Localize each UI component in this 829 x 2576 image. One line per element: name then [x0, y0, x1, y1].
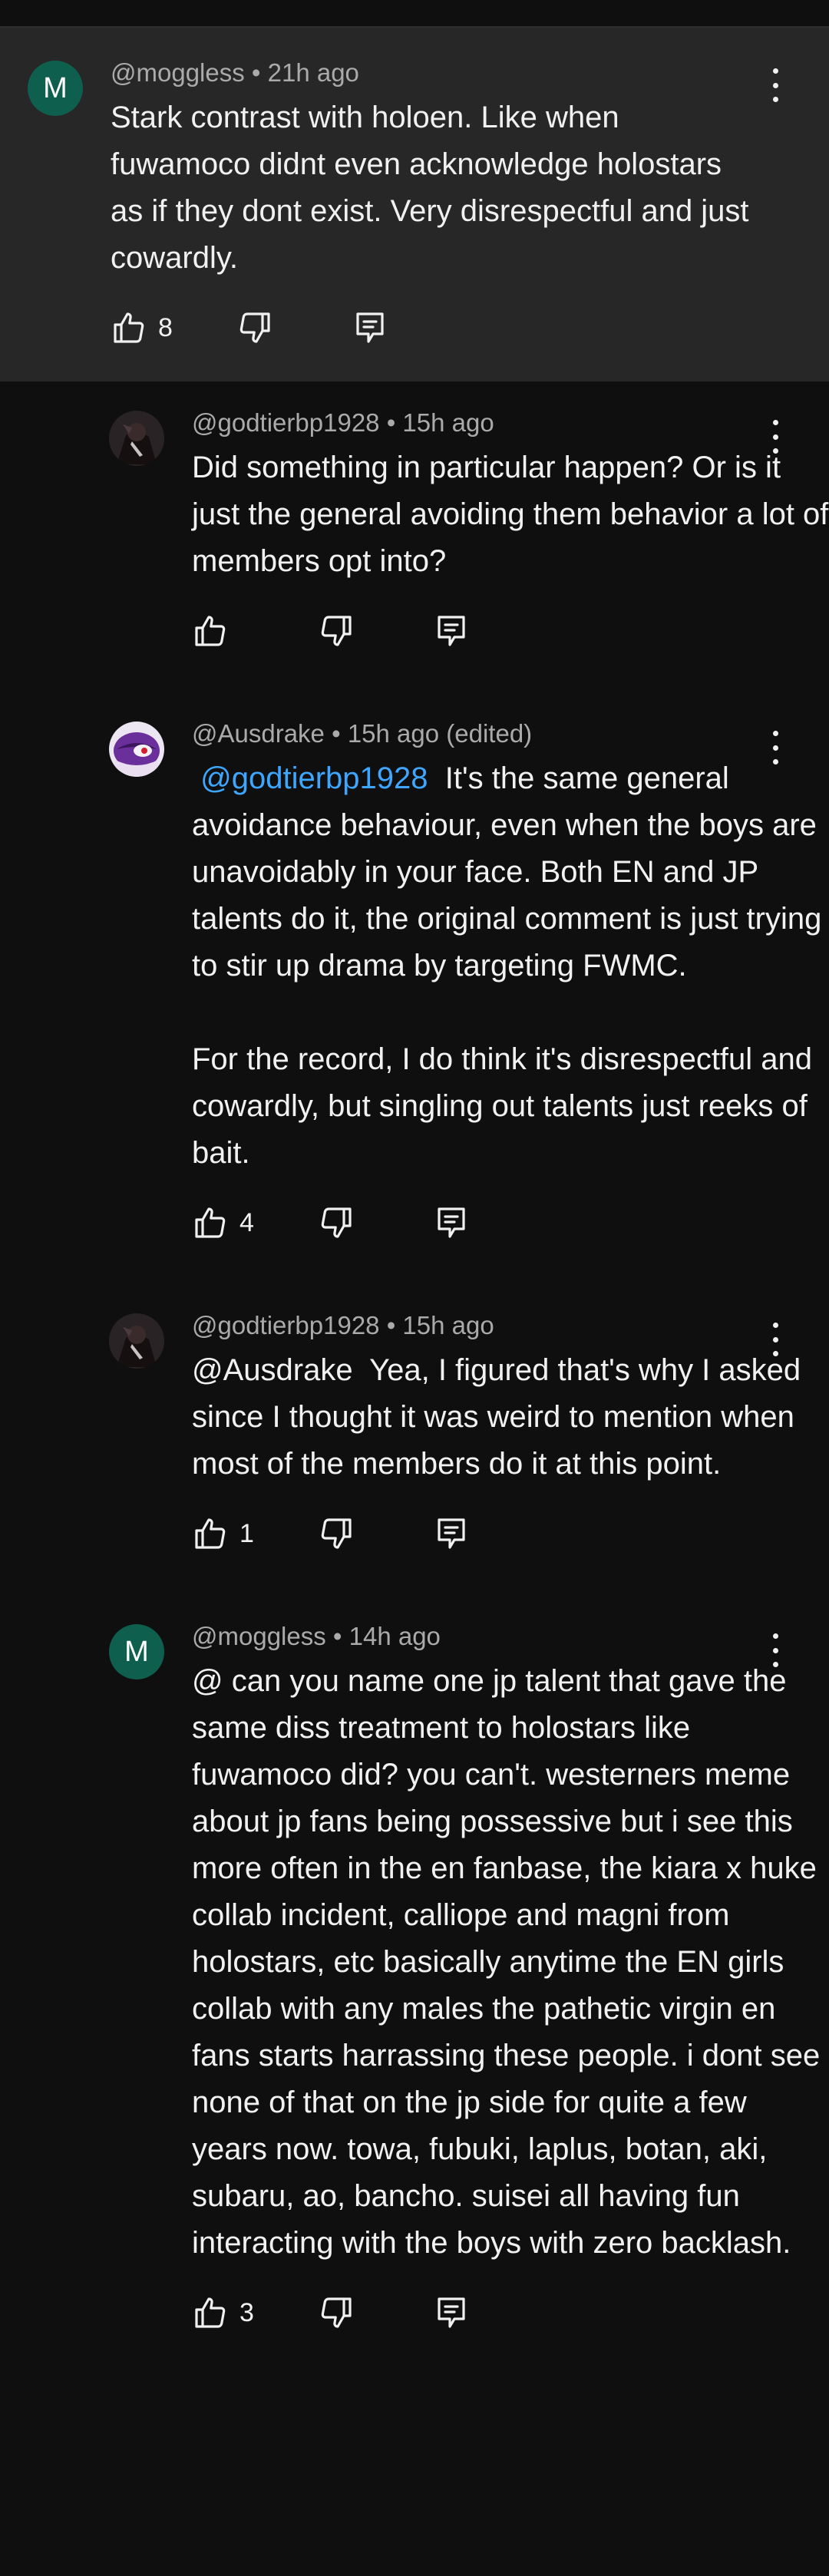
comment-time: 21h ago [267, 58, 359, 87]
like-count: 3 [239, 2297, 254, 2327]
comment-text: @Ausdrake Yea, I figured that's why I as… [192, 1353, 810, 1481]
thumbs-down-icon [239, 312, 270, 343]
reply-comment: M @moggless • 14h ago @ can you name one… [0, 1622, 829, 2336]
reply-button[interactable] [433, 613, 470, 649]
mention-link[interactable]: @godtierbp1928 [200, 761, 428, 795]
comment-thread-top: M @moggless • 21h ago Stark contrast wit… [0, 28, 829, 381]
like-button[interactable]: 8 [111, 309, 236, 346]
author-name[interactable]: @godtierbp1928 [192, 1311, 380, 1339]
comment-time: 14h ago [348, 1622, 441, 1650]
dislike-button[interactable] [318, 1515, 433, 1552]
avatar[interactable]: M [28, 61, 83, 116]
reply-comment-icon [438, 616, 465, 646]
more-options-icon[interactable] [768, 731, 783, 765]
comment-meta: @Ausdrake • 15h ago (edited) [192, 719, 533, 748]
like-button[interactable] [192, 613, 318, 649]
comment-meta: @moggless • 14h ago [192, 1622, 441, 1650]
thumbs-up-icon [195, 616, 226, 646]
author-name[interactable]: @moggless [192, 1622, 326, 1650]
purple-mask-avatar-icon [109, 722, 164, 777]
comment-body: @moggless • 14h ago @ can you name one j… [192, 1622, 829, 2336]
comment-body: @godtierbp1928 • 15h ago Did something i… [192, 408, 829, 654]
avatar[interactable] [109, 1313, 164, 1369]
dislike-button[interactable] [318, 1204, 433, 1241]
more-options-icon[interactable] [768, 68, 783, 102]
thumbs-down-icon [321, 1518, 352, 1549]
comment-actions: 3 [192, 2290, 829, 2336]
author-name[interactable]: @godtierbp1928 [192, 408, 380, 437]
edited-label: (edited) [446, 719, 533, 748]
comment-meta: @godtierbp1928 • 15h ago [192, 408, 494, 437]
more-options-icon[interactable] [768, 420, 783, 454]
like-count: 1 [239, 1518, 254, 1548]
like-button[interactable]: 3 [192, 2294, 318, 2331]
comment-text: @ can you name one jp talent that gave t… [192, 1664, 829, 2260]
reply-button[interactable] [433, 1515, 470, 1552]
avatar[interactable]: M [109, 1624, 164, 1679]
dislike-button[interactable] [236, 309, 352, 346]
reply-comment-icon [438, 1518, 465, 1549]
reply-comment: @Ausdrake • 15h ago (edited) @godtierbp1… [0, 719, 829, 1246]
comment-time: 15h ago [402, 408, 494, 437]
avatar[interactable] [109, 722, 164, 777]
thumbs-up-icon [195, 1518, 226, 1549]
comment-actions: 4 [192, 1200, 829, 1246]
thumbs-up-icon [195, 1207, 226, 1238]
comment-actions: 1 [192, 1511, 829, 1557]
reply-comment-icon [356, 312, 384, 343]
reply-comment-icon [438, 1207, 465, 1238]
comment-body: @moggless • 21h ago Stark contrast with … [111, 58, 758, 351]
comment-text: Stark contrast with holoen. Like when fu… [111, 101, 758, 275]
thumbs-down-icon [321, 2297, 352, 2328]
reply-comment-icon [438, 2297, 465, 2328]
comment-body: @godtierbp1928 • 15h ago @Ausdrake Yea, … [192, 1311, 829, 1557]
reply-comment: @godtierbp1928 • 15h ago @Ausdrake Yea, … [0, 1311, 829, 1557]
like-count: 8 [158, 312, 173, 342]
comment-actions: 8 [111, 305, 755, 351]
comment-meta: @moggless • 21h ago [111, 58, 359, 87]
thumbs-down-icon [321, 1207, 352, 1238]
comment-text: @godtierbp1928 It's the same general avo… [192, 755, 829, 1177]
dark-character-avatar-icon [109, 1313, 164, 1369]
like-button[interactable]: 4 [192, 1204, 318, 1241]
reply-button[interactable] [433, 2294, 470, 2331]
author-name[interactable]: @Ausdrake [192, 719, 325, 748]
top-divider [0, 0, 829, 28]
like-count: 4 [239, 1207, 254, 1237]
thumbs-up-icon [195, 2297, 226, 2328]
dislike-button[interactable] [318, 2294, 433, 2331]
comment-time: 15h ago [347, 719, 440, 748]
avatar[interactable] [109, 411, 164, 466]
more-options-icon[interactable] [768, 1633, 783, 1667]
comment-text-content: It's the same general avoidance behaviou… [192, 761, 822, 1170]
comment-time: 15h ago [402, 1311, 494, 1339]
like-button[interactable]: 1 [192, 1515, 318, 1552]
author-name[interactable]: @moggless [111, 58, 245, 87]
dislike-button[interactable] [318, 613, 433, 649]
comment-meta: @godtierbp1928 • 15h ago [192, 1311, 494, 1339]
dark-character-avatar-icon [109, 411, 164, 466]
more-options-icon[interactable] [768, 1323, 783, 1356]
reply-button[interactable] [352, 309, 388, 346]
reply-button[interactable] [433, 1204, 470, 1241]
thumbs-up-icon [114, 312, 144, 343]
thumbs-down-icon [321, 616, 352, 646]
comment-text: Did something in particular happen? Or i… [192, 451, 829, 578]
comment-actions [192, 608, 829, 654]
comment-body: @Ausdrake • 15h ago (edited) @godtierbp1… [192, 719, 829, 1246]
reply-comment: @godtierbp1928 • 15h ago Did something i… [0, 408, 829, 654]
